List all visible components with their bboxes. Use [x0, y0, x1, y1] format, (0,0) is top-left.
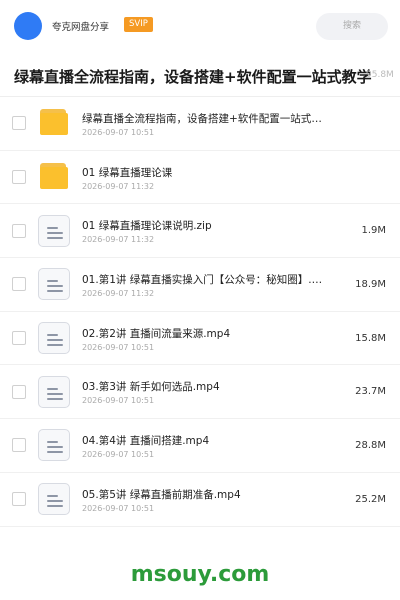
list-item[interactable]: 01 绿幕直播理论课 2026-09-07 11:32 — [0, 151, 400, 205]
row-checkbox[interactable] — [12, 116, 26, 131]
file-icon — [38, 322, 70, 355]
item-date: 2026-09-07 10:51 — [82, 342, 155, 352]
file-icon — [38, 429, 70, 462]
list-item[interactable]: 03.第3讲 新手如何选品.mp4 2026-09-07 10:51 23.7M — [0, 365, 400, 420]
item-date: 2026-09-07 10:51 — [82, 450, 155, 460]
row-checkbox[interactable] — [12, 384, 26, 399]
folder-icon — [38, 161, 70, 193]
item-name: 绿幕直播全流程指南，设备搭建+软件配置一站式教学 — [82, 113, 332, 125]
share-title: 夸克网盘分享 — [52, 22, 110, 33]
page-title: 绿幕直播全流程指南，设备搭建+软件配置一站式教学 — [14, 68, 372, 86]
row-checkbox[interactable] — [12, 492, 26, 507]
item-date: 2026-09-07 10:51 — [82, 128, 155, 137]
file-icon — [38, 268, 70, 301]
watermark-text: msouy.com — [130, 562, 270, 587]
item-size: 28.8M — [355, 440, 386, 452]
file-list: 绿幕直播全流程指南，设备搭建+软件配置一站式教学 2026-09-07 10:5… — [0, 97, 400, 527]
search-button[interactable]: 搜索 — [316, 13, 388, 40]
item-date: 2026-09-07 10:51 — [82, 503, 155, 513]
row-checkbox[interactable] — [12, 223, 26, 238]
item-name: 01.第1讲 绿幕直播实操入门【公众号：秘知圈】.mp4 — [82, 274, 332, 287]
item-size: 15.8M — [355, 332, 386, 344]
item-date: 2026-09-07 11:32 — [82, 181, 155, 191]
row-checkbox[interactable] — [12, 331, 26, 346]
row-checkbox[interactable] — [12, 170, 26, 185]
list-item[interactable]: 04.第4讲 直播间搭建.mp4 2026-09-07 10:51 28.8M — [0, 419, 400, 473]
item-size: 18.9M — [355, 279, 386, 291]
file-icon — [38, 375, 70, 408]
item-size: 23.7M — [355, 386, 386, 398]
folder-title-bar: 绿幕直播全流程指南，设备搭建+软件配置一站式教学 95.8M — [0, 58, 400, 97]
row-checkbox[interactable] — [12, 438, 26, 453]
folder-icon — [38, 107, 70, 139]
list-item[interactable]: 01 绿幕直播理论课说明.zip 2026-09-07 11:32 1.9M — [0, 204, 400, 259]
item-name: 03.第3讲 新手如何选品.mp4 — [82, 381, 220, 394]
list-item[interactable]: 02.第2讲 直播间流量来源.mp4 2026-09-07 10:51 15.8… — [0, 312, 400, 366]
item-size: 1.9M — [361, 225, 386, 237]
item-name: 01 绿幕直播理论课 — [82, 166, 173, 179]
folder-size: 95.8M — [366, 70, 394, 80]
item-date: 2026-09-07 11:32 — [82, 289, 155, 299]
item-name: 05.第5讲 绿幕直播前期准备.mp4 — [82, 488, 241, 501]
list-item[interactable]: 01.第1讲 绿幕直播实操入门【公众号：秘知圈】.mp4 2026-09-07 … — [0, 258, 400, 312]
row-checkbox[interactable] — [12, 277, 26, 292]
avatar[interactable] — [14, 12, 42, 40]
item-date: 2026-09-07 10:51 — [82, 396, 155, 406]
item-size: 25.2M — [355, 493, 386, 505]
svip-badge: SVIP — [124, 17, 153, 32]
file-icon — [38, 214, 70, 247]
item-name: 04.第4讲 直播间搭建.mp4 — [82, 435, 210, 448]
item-name: 01 绿幕直播理论课说明.zip — [82, 220, 212, 233]
footer: msouy.com — [0, 548, 400, 600]
top-bar: 夸克网盘分享 SVIP 搜索 — [0, 0, 400, 52]
file-icon — [38, 483, 70, 516]
list-item[interactable]: 绿幕直播全流程指南，设备搭建+软件配置一站式教学 2026-09-07 10:5… — [0, 97, 400, 151]
item-name: 02.第2讲 直播间流量来源.mp4 — [82, 327, 231, 340]
item-date: 2026-09-07 11:32 — [82, 235, 155, 245]
list-item[interactable]: 05.第5讲 绿幕直播前期准备.mp4 2026-09-07 10:51 25.… — [0, 473, 400, 527]
